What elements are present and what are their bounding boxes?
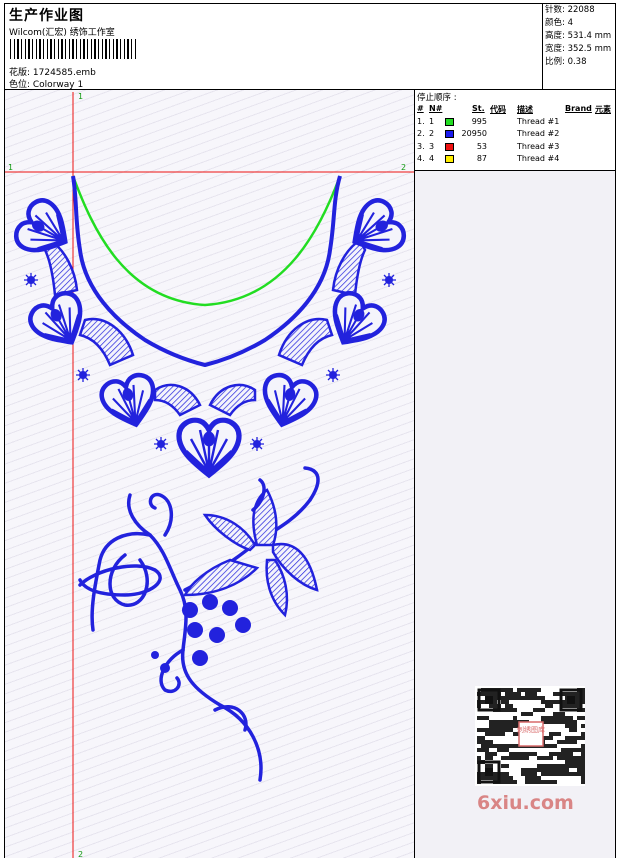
row-desc: Thread #3 bbox=[517, 141, 560, 151]
col-code: 代码 bbox=[490, 105, 506, 114]
site-logo: 6xiu.com bbox=[477, 792, 574, 814]
col-n: N# bbox=[429, 104, 443, 113]
barcode bbox=[10, 39, 136, 59]
colorway: 色位: Colorway 1 bbox=[9, 80, 84, 90]
row-num: 3. bbox=[417, 141, 425, 151]
necklace-motif bbox=[11, 175, 409, 475]
row-num: 1. bbox=[417, 116, 425, 126]
guide-label-v-top: 1 bbox=[78, 92, 83, 101]
embroidery-design: 1 2 1 2 bbox=[5, 92, 414, 858]
design-scale: 比例: 0.38 bbox=[545, 57, 587, 67]
col-brand: Brand bbox=[565, 104, 592, 113]
guide-label-h-left: 1 bbox=[8, 163, 13, 172]
company-name: Wilcom(汇宏) 绣饰工作室 bbox=[9, 28, 115, 38]
side-panel: 停止顺序 : # N# St. 代码 描述 Brand 元素 1. 1 995 Thr… bbox=[415, 90, 615, 858]
design-canvas[interactable]: 1 2 1 2 bbox=[5, 90, 415, 858]
sequence-row[interactable]: 1. 1 995 Thread #1 bbox=[415, 117, 615, 130]
row-n: 4 bbox=[429, 154, 435, 163]
row-num: 4. bbox=[417, 154, 425, 163]
color-swatch bbox=[445, 130, 454, 138]
row-stitches: 995 bbox=[471, 116, 487, 126]
row-stitches: 87 bbox=[476, 154, 487, 163]
grape-cluster bbox=[151, 594, 251, 673]
col-num: # bbox=[417, 104, 424, 113]
design-height: 高度: 531.4 mm bbox=[545, 31, 612, 41]
color-swatch bbox=[445, 155, 454, 163]
stitch-count: 针数: 22088 bbox=[545, 5, 595, 15]
guide-label-v-bottom: 2 bbox=[78, 850, 83, 858]
row-stitches: 53 bbox=[476, 141, 487, 151]
guide-label-h-right: 2 bbox=[401, 163, 406, 172]
page-title: 生产作业图 bbox=[9, 8, 84, 24]
col-st: St. bbox=[472, 104, 485, 113]
sequence-header: # N# St. 代码 描述 Brand 元素 bbox=[415, 104, 615, 117]
row-stitches: 20950 bbox=[461, 129, 487, 138]
header: 生产作业图 Wilcom(汇宏) 绣饰工作室 花版: 1724585.emb 色… bbox=[5, 4, 615, 90]
row-num: 2. bbox=[417, 129, 425, 138]
stop-sequence-table: 停止顺序 : # N# St. 代码 描述 Brand 元素 1. 1 995 Thr… bbox=[415, 90, 615, 171]
sequence-row[interactable]: 3. 3 53 Thread #3 bbox=[415, 142, 615, 155]
row-n: 2 bbox=[429, 129, 435, 138]
row-desc: Thread #1 bbox=[517, 116, 560, 126]
sequence-row[interactable]: 4. 4 87 Thread #4 bbox=[415, 154, 615, 167]
color-swatch bbox=[445, 117, 454, 126]
design-width: 宽度: 352.5 mm bbox=[545, 44, 612, 54]
color-count: 颜色: 4 bbox=[545, 18, 573, 28]
row-desc: Thread #2 bbox=[517, 129, 560, 138]
col-desc: 描述 bbox=[517, 105, 533, 114]
color-swatch bbox=[445, 142, 454, 151]
worksheet-frame: 生产作业图 Wilcom(汇宏) 绣饰工作室 花版: 1724585.emb 色… bbox=[4, 3, 616, 858]
qr-stamp-text: 刺绣图库 bbox=[517, 725, 545, 734]
sequence-row[interactable]: 2. 2 20950 Thread #2 bbox=[415, 129, 615, 142]
neckline-curve bbox=[71, 175, 342, 307]
stats-panel: 针数: 22088 颜色: 4 高度: 531.4 mm 宽度: 352.5 m… bbox=[542, 4, 616, 89]
row-desc: Thread #4 bbox=[517, 154, 560, 163]
qr-code: 刺绣图库 bbox=[475, 686, 585, 786]
row-n: 3 bbox=[429, 141, 435, 151]
sequence-title: 停止顺序 : bbox=[417, 93, 457, 103]
col-element: 元素 bbox=[595, 105, 611, 114]
row-n: 1 bbox=[429, 116, 435, 126]
